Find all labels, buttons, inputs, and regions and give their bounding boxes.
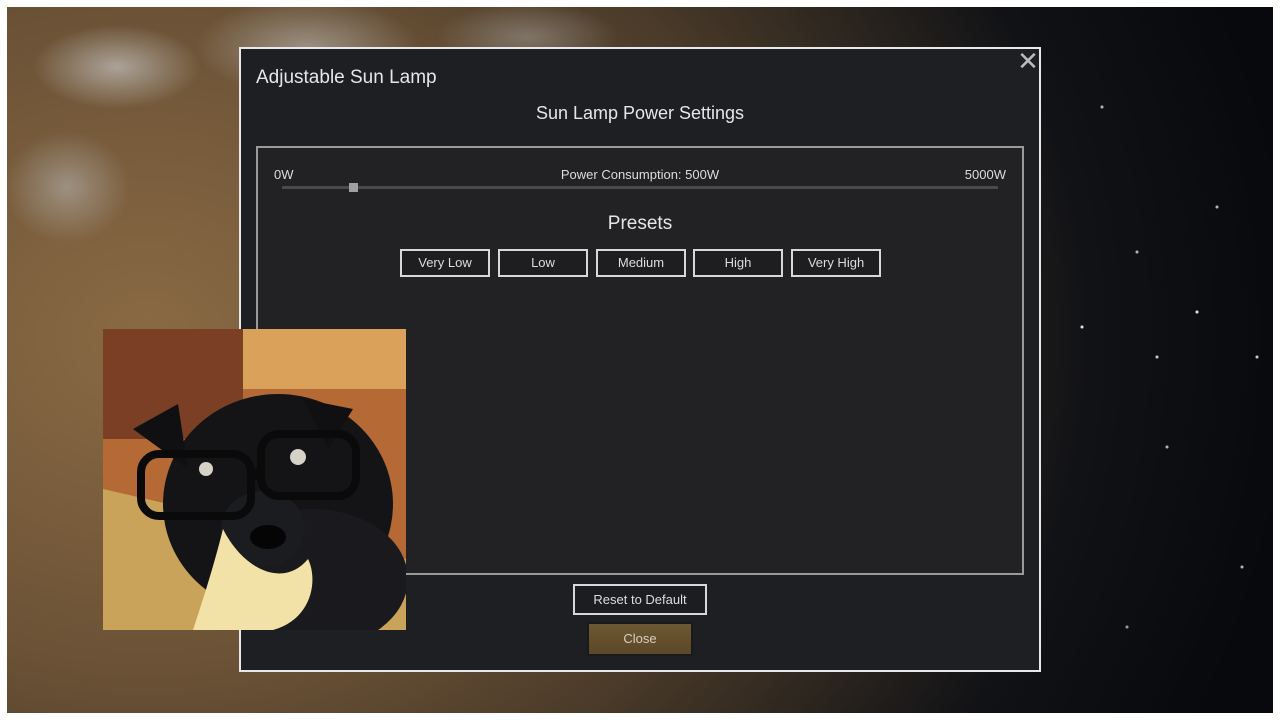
slider-min-label: 0W [274, 167, 294, 182]
close-icon[interactable]: ✕ [1016, 48, 1040, 74]
power-slider[interactable] [282, 186, 998, 189]
power-slider-handle[interactable] [349, 183, 359, 192]
reset-to-default-button[interactable]: Reset to Default [573, 584, 707, 615]
power-consumption-label: Power Consumption: 500W [560, 167, 720, 182]
preset-very-low-button[interactable]: Very Low [400, 249, 490, 277]
preset-low-button[interactable]: Low [498, 249, 588, 277]
presets-heading: Presets [607, 213, 673, 234]
preset-high-button[interactable]: High [693, 249, 783, 277]
preset-very-high-button[interactable]: Very High [791, 249, 881, 277]
close-button[interactable]: Close [587, 622, 693, 656]
power-settings-heading: Sun Lamp Power Settings [535, 103, 745, 123]
dog-photo-overlay [103, 329, 406, 630]
preset-medium-button[interactable]: Medium [596, 249, 686, 277]
dog-with-glasses-image [103, 329, 406, 630]
slider-max-label: 5000W [964, 167, 1006, 182]
dialog-title: Adjustable Sun Lamp [256, 67, 437, 88]
